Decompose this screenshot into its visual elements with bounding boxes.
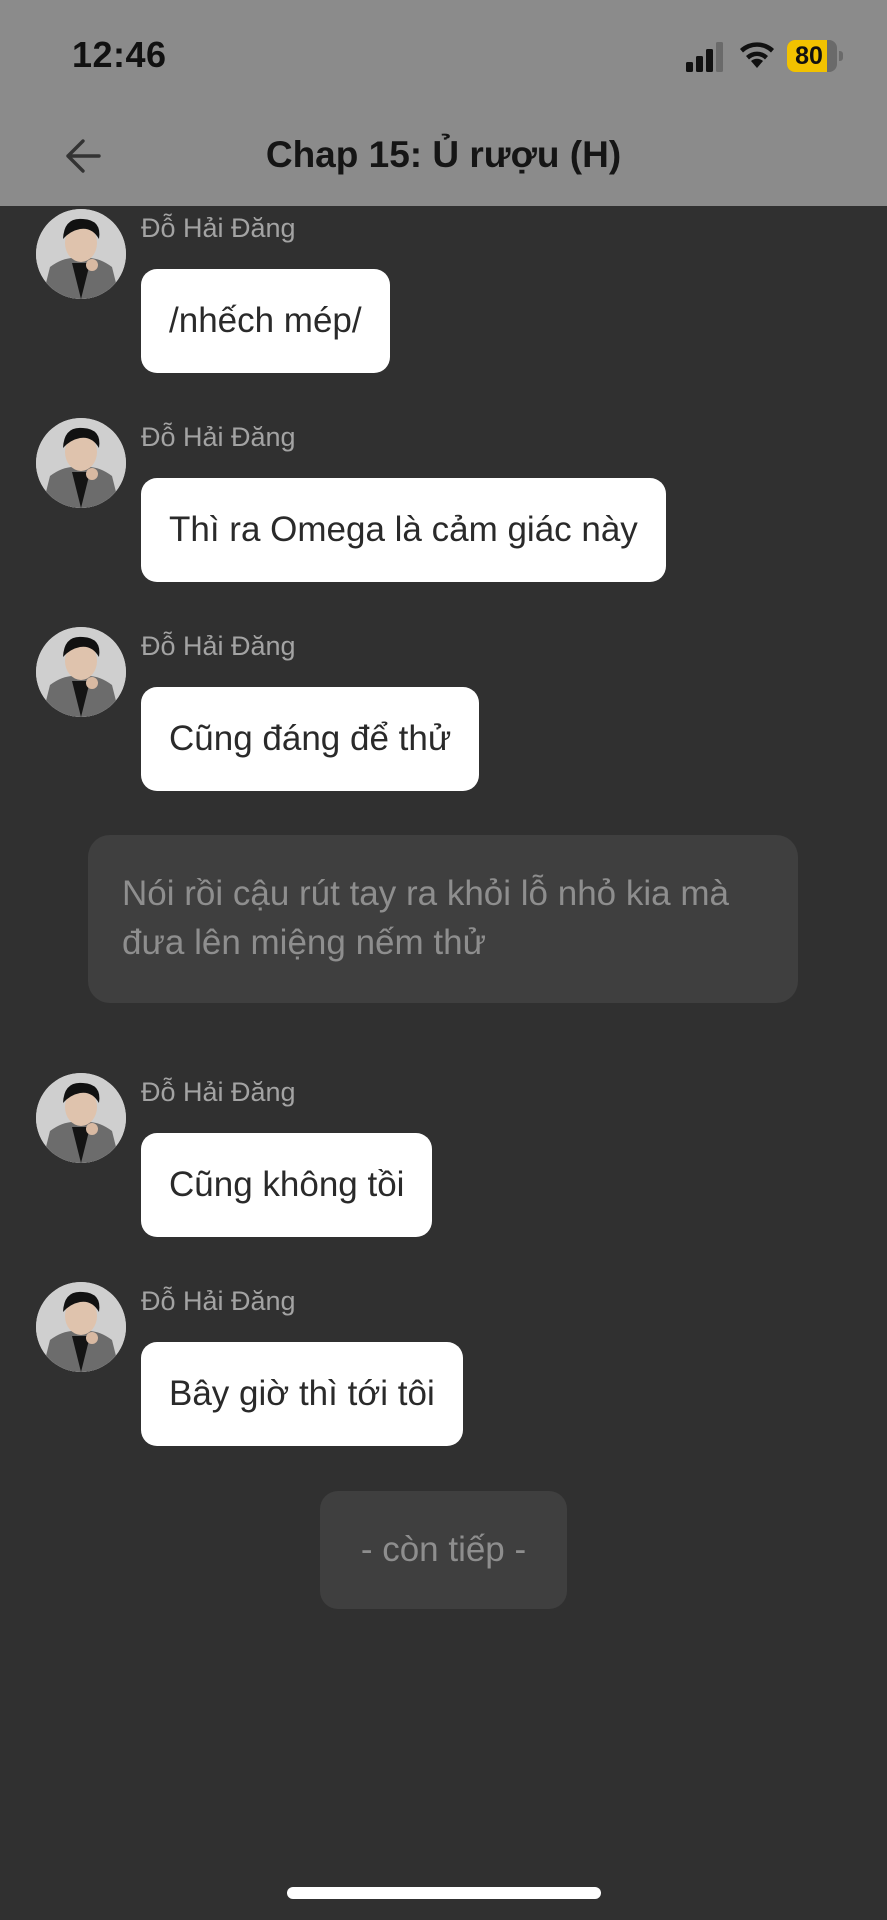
person-portrait-icon (36, 418, 126, 508)
message-bubble[interactable]: /nhếch mép/ (141, 269, 390, 373)
sender-name: Đỗ Hải Đăng (141, 631, 296, 661)
person-portrait-icon (36, 1073, 126, 1163)
avatar[interactable] (36, 418, 126, 508)
person-portrait-icon (36, 1282, 126, 1372)
status-time: 12:46 (72, 34, 167, 75)
person-portrait-icon (36, 209, 126, 299)
battery-level: 80 (795, 42, 823, 70)
narration-box[interactable]: Nói rồi cậu rút tay ra khỏi lỗ nhỏ kia m… (88, 835, 798, 1003)
message-bubble[interactable]: Thì ra Omega là cảm giác này (141, 478, 666, 582)
cellular-signal-icon (686, 42, 723, 72)
sender-name: Đỗ Hải Đăng (141, 422, 296, 452)
message-bubble[interactable]: Cũng không tồi (141, 1133, 433, 1237)
sender-name: Đỗ Hải Đăng (141, 1077, 296, 1107)
person-portrait-icon (36, 627, 126, 717)
battery-cap (839, 51, 843, 61)
sender-name: Đỗ Hải Đăng (141, 213, 296, 243)
avatar[interactable] (36, 209, 126, 299)
battery-body: 80 (787, 40, 837, 72)
home-indicator[interactable] (287, 1887, 601, 1899)
page-title: Chap 15: Ủ rượu (H) (265, 134, 622, 175)
message-bubble[interactable]: Cũng đáng để thử (141, 687, 480, 791)
status-bar: 12:46 80 (0, 0, 887, 110)
message-bubble[interactable]: Bây giờ thì tới tôi (141, 1342, 463, 1446)
avatar[interactable] (36, 1073, 126, 1163)
wifi-icon (740, 42, 774, 68)
chat-feed[interactable]: Đỗ Hải Đăng /nhếch mép/ Đỗ Hải Đăng Thì … (0, 206, 887, 1920)
chat-message: Đỗ Hải Đăng /nhếch mép/ (0, 209, 887, 379)
avatar[interactable] (36, 1282, 126, 1372)
top-header: 12:46 80 Chap 15: Ủ rượu (H) (0, 0, 887, 206)
avatar[interactable] (36, 627, 126, 717)
sender-name: Đỗ Hải Đăng (141, 1286, 296, 1316)
chat-message: Đỗ Hải Đăng Bây giờ thì tới tôi (0, 1282, 887, 1452)
to-be-continued-label: - còn tiếp - (320, 1491, 567, 1609)
chat-message: Đỗ Hải Đăng Cũng không tồi (0, 1073, 887, 1243)
chat-message: Đỗ Hải Đăng Thì ra Omega là cảm giác này (0, 418, 887, 588)
chat-message: Đỗ Hải Đăng Cũng đáng để thử (0, 627, 887, 797)
battery-icon: 80 (787, 40, 843, 72)
